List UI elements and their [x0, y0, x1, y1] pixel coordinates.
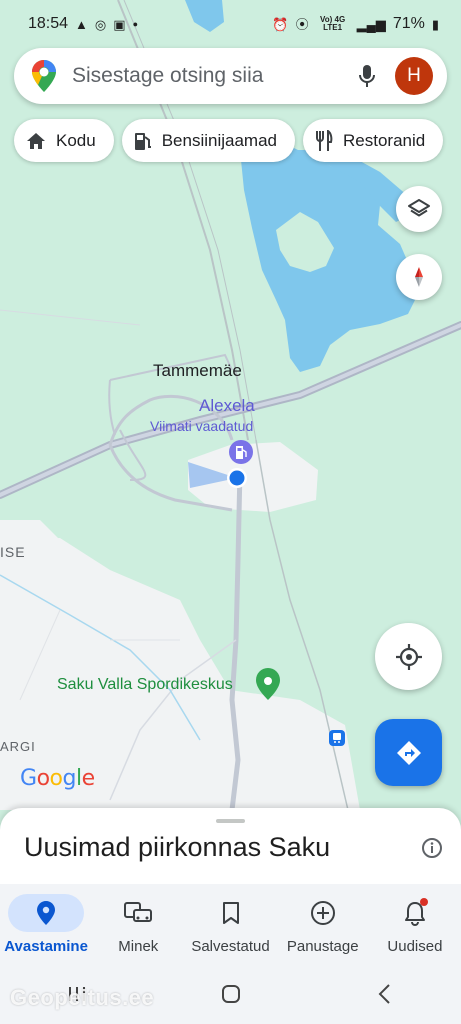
town-label: Tammemäe	[153, 361, 242, 380]
restaurant-icon	[316, 129, 333, 151]
search-input[interactable]: Sisestage otsing siia	[72, 64, 349, 88]
maps-pin-logo-icon	[32, 60, 56, 92]
nav-label: Salvestatud	[191, 938, 270, 955]
alexela-pin-icon[interactable]	[229, 440, 253, 464]
alarm-icon: ⏰	[272, 16, 289, 32]
google-logo: Google	[20, 766, 95, 791]
chip-label: Kodu	[56, 130, 96, 150]
sport-center-label[interactable]: Saku Valla Spordikeskus	[57, 676, 233, 694]
commute-icon	[124, 902, 153, 922]
explore-pin-icon	[37, 901, 56, 925]
notification-badge	[419, 898, 428, 906]
layers-button[interactable]	[396, 186, 442, 232]
mic-icon[interactable]	[349, 58, 385, 94]
battery-label: 71%	[392, 15, 425, 32]
network-label: Vo) 4G LTE1	[320, 15, 346, 32]
area-label-ise: ISE	[0, 544, 26, 560]
image-icon: ▣	[113, 16, 126, 32]
layers-icon	[408, 199, 430, 217]
location-icon: ⦿	[295, 16, 309, 32]
search-bar[interactable]: Sisestage otsing siia H	[14, 48, 447, 104]
battery-icon: ▮	[431, 16, 439, 32]
compass-icon	[415, 267, 423, 287]
watermark: Geopeitus.ee	[10, 985, 155, 1010]
chip-label: Bensiinijaamad	[161, 130, 277, 150]
chip-home[interactable]: Kodu	[14, 119, 114, 162]
directions-button[interactable]	[375, 719, 442, 786]
poi-recent-label: Viimati vaadatud	[150, 418, 254, 434]
nav-contribute[interactable]: Panustage	[277, 884, 369, 964]
gas-station-icon	[134, 132, 151, 150]
nav-label: Avastamine	[4, 938, 88, 955]
avatar[interactable]: H	[395, 57, 433, 95]
add-circle-icon	[310, 901, 335, 925]
compass-button[interactable]	[396, 254, 442, 300]
sheet-drag-handle[interactable]	[216, 819, 245, 823]
nav-explore[interactable]: Avastamine	[0, 884, 92, 964]
info-icon[interactable]	[421, 837, 443, 859]
poi-name-label[interactable]: Alexela	[199, 396, 255, 416]
chip-restaurants[interactable]: Restoranid	[303, 119, 444, 162]
nav-saved[interactable]: Salvestatud	[184, 884, 276, 964]
area-label-argi: ARGI	[0, 739, 36, 754]
directions-icon	[396, 740, 421, 765]
status-bar: 18:54 ▲ ◎ ▣ ● ⏰ ⦿ Vo) 4G LTE1 ▂▄▆ 71% ▮	[0, 0, 461, 48]
nav-label: Panustage	[286, 938, 359, 955]
explore-sheet[interactable]: Uusimad piirkonnas Saku	[0, 808, 461, 884]
dot-icon: ●	[132, 18, 138, 29]
status-time: 18:54	[28, 15, 69, 32]
nav-label: Minek	[118, 938, 159, 955]
train-station-icon[interactable]	[329, 730, 345, 746]
bottom-navigation: Avastamine Minek Salvestatud Panustage U…	[0, 884, 461, 964]
sheet-title: Uusimad piirkonnas Saku	[24, 832, 331, 862]
warning-icon: ▲	[75, 16, 88, 32]
home-button-icon[interactable]	[220, 983, 242, 1005]
home-icon	[27, 132, 45, 149]
chrome-icon: ◎	[94, 16, 107, 32]
nav-updates[interactable]: Uudised	[369, 884, 461, 964]
nav-commute[interactable]: Minek	[92, 884, 184, 964]
chip-gas-stations[interactable]: Bensiinijaamad	[121, 119, 295, 162]
back-icon[interactable]	[375, 983, 395, 1005]
my-location-button[interactable]	[375, 623, 442, 690]
nav-label: Uudised	[387, 938, 443, 955]
bookmark-icon	[222, 902, 239, 924]
category-chips: Kodu Bensiinijaamad Restoranid	[14, 119, 444, 162]
chip-label: Restoranid	[343, 130, 426, 150]
crosshair-icon	[395, 643, 422, 670]
signal-icon: ▂▄▆	[356, 16, 386, 32]
